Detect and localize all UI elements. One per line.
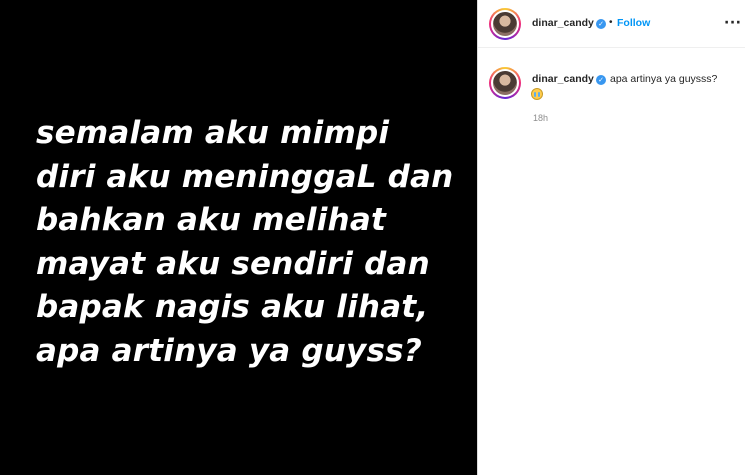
verified-badge-icon: ✓ [596,19,606,29]
caption-text: apa artinya ya guysss? [610,73,718,85]
caption-avatar[interactable] [489,67,521,99]
follow-button[interactable]: Follow [617,17,650,29]
post-side-panel: dinar_candy ✓ • Follow ··· dinar_candy ✓… [477,0,745,475]
avatar[interactable] [489,8,521,40]
post-image[interactable]: semalam aku mimpi diri aku meninggaL dan… [0,0,477,475]
post-header: dinar_candy ✓ • Follow ··· [478,0,745,48]
post-image-text: semalam aku mimpi diri aku meninggaL dan… [36,115,454,369]
crying-face-icon [531,88,543,100]
caption-verified-badge-icon: ✓ [596,75,606,85]
more-options-icon[interactable]: ··· [724,15,741,31]
caption-username[interactable]: dinar_candy [532,73,594,85]
post-timestamp[interactable]: 18h [533,113,548,123]
header-separator: • [609,17,613,28]
header-username[interactable]: dinar_candy [532,17,594,29]
